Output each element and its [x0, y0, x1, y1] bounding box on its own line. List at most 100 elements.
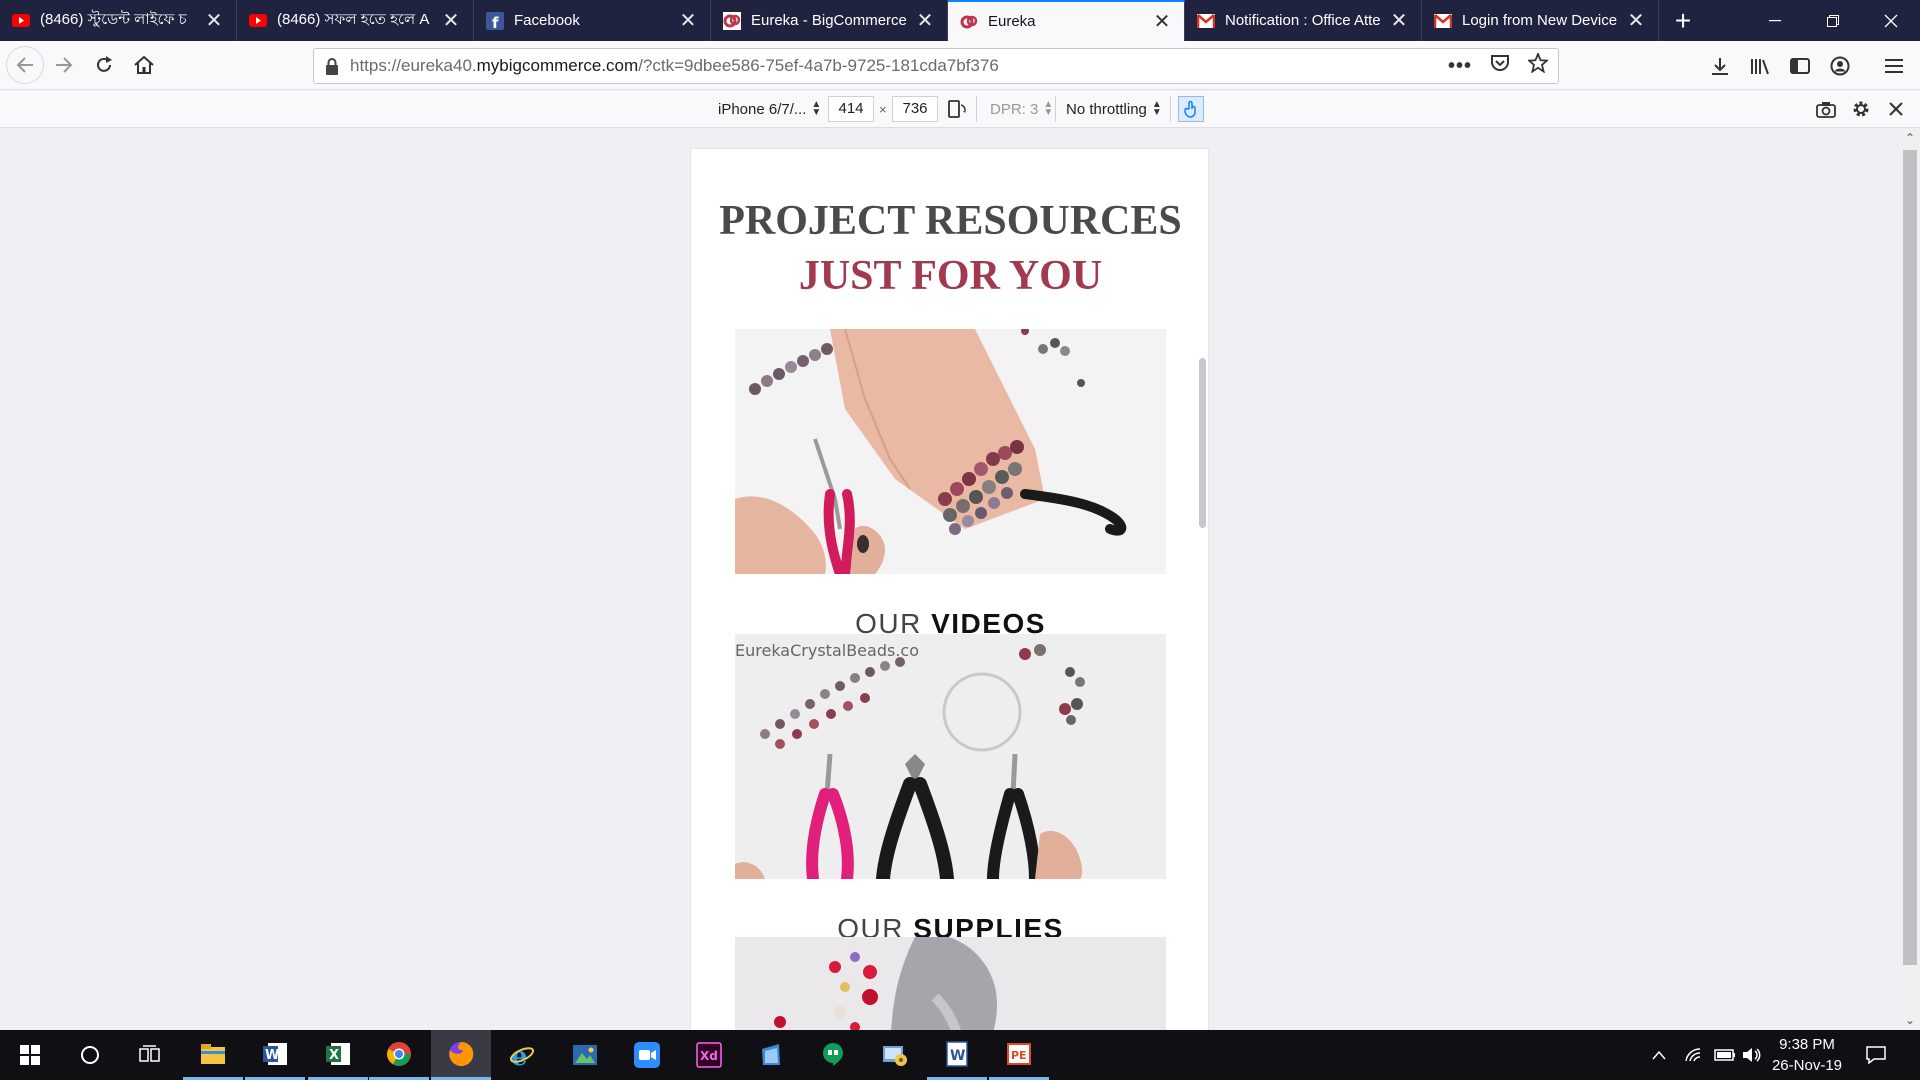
- tab-eureka-active[interactable]: Eureka ✕: [948, 0, 1185, 41]
- divider: [976, 96, 977, 122]
- throttling-selector[interactable]: No throttling ▲ ▼: [1066, 91, 1162, 127]
- chrome-icon[interactable]: [369, 1030, 429, 1080]
- tab-title: Eureka - BigCommerce: [751, 12, 907, 29]
- rotate-icon[interactable]: [947, 91, 967, 127]
- back-button[interactable]: [6, 46, 44, 84]
- word-icon[interactable]: W: [245, 1030, 305, 1080]
- supplies-image[interactable]: EurekaCrystalBeads.co: [735, 634, 1166, 879]
- tab-title: Notification : Office Atte: [1225, 12, 1381, 29]
- tab-strip: (8466) স্টুডেন্ট লাইফে চ ✕ (8466) সফল হত…: [0, 0, 1920, 41]
- restore-button[interactable]: [1804, 0, 1862, 41]
- dpr-value: DPR: 3: [990, 100, 1039, 118]
- sidebar-icon[interactable]: [1780, 46, 1820, 86]
- tab-title: Facebook: [514, 12, 580, 29]
- viewport-height-input[interactable]: 736: [892, 96, 938, 122]
- device-viewport[interactable]: PROJECT RESOURCES JUST FOR YOU OUR VIDEO…: [690, 148, 1209, 1030]
- battery-icon[interactable]: [1714, 1030, 1736, 1080]
- forward-button[interactable]: [44, 45, 84, 85]
- watermark-text: EurekaCrystalBeads.co: [735, 641, 919, 660]
- tab-youtube-2[interactable]: (8466) সফল হতে হলে A ✕: [237, 0, 474, 41]
- minimize-button[interactable]: [1746, 0, 1804, 41]
- document-app-icon[interactable]: [741, 1030, 801, 1080]
- scrollbar-thumb[interactable]: [1903, 150, 1917, 965]
- pdf-reader-icon[interactable]: PE: [989, 1030, 1049, 1080]
- page-scrollbar[interactable]: ⌃ ⌄: [1900, 128, 1920, 1030]
- close-icon[interactable]: ✕: [678, 8, 698, 33]
- eureka-icon: [960, 13, 978, 31]
- photos-icon[interactable]: [555, 1030, 615, 1080]
- menu-icon[interactable]: [1874, 46, 1914, 86]
- home-button[interactable]: [124, 45, 164, 85]
- task-view-icon[interactable]: [120, 1030, 180, 1080]
- close-icon[interactable]: ✕: [1389, 8, 1409, 33]
- youtube-icon: [249, 12, 267, 30]
- close-icon[interactable]: ✕: [204, 8, 224, 33]
- settings-gear-icon[interactable]: [1851, 91, 1871, 127]
- eureka-icon: [723, 11, 741, 30]
- navigation-toolbar: https://eureka40.mybigcommerce.com/?ctk=…: [0, 41, 1920, 90]
- close-icon[interactable]: ✕: [1626, 8, 1646, 33]
- tab-facebook[interactable]: f Facebook ✕: [474, 0, 711, 41]
- notifications-icon[interactable]: [1866, 1030, 1886, 1080]
- project-image[interactable]: [735, 937, 1166, 1030]
- internet-explorer-icon[interactable]: e: [492, 1030, 552, 1080]
- new-tab-button[interactable]: +: [1659, 0, 1707, 41]
- show-hidden-icons[interactable]: [1652, 1030, 1666, 1080]
- url-text[interactable]: https://eureka40.mybigcommerce.com/?ctk=…: [350, 56, 999, 76]
- volume-icon[interactable]: [1742, 1030, 1762, 1080]
- close-rdm-icon[interactable]: [1889, 91, 1903, 127]
- wifi-icon[interactable]: [1684, 1030, 1704, 1080]
- tab-youtube-1[interactable]: (8466) স্টুডেন্ট লাইফে চ ✕: [0, 0, 237, 41]
- hangouts-icon[interactable]: [803, 1030, 863, 1080]
- bookmark-star-icon[interactable]: [1526, 51, 1550, 79]
- adobe-xd-icon[interactable]: Xd: [679, 1030, 739, 1080]
- dimension-separator: ×: [879, 101, 887, 117]
- firefox-icon[interactable]: [431, 1030, 491, 1080]
- svg-text:PE: PE: [1011, 1049, 1027, 1062]
- scroll-up-icon[interactable]: ⌃: [1900, 131, 1920, 145]
- svg-text:Xd: Xd: [700, 1049, 718, 1063]
- windows-start-icon[interactable]: [0, 1030, 60, 1080]
- page-actions-icon[interactable]: •••: [1448, 55, 1472, 78]
- downloads-icon[interactable]: [1700, 46, 1740, 86]
- page-heading-line1: PROJECT RESOURCES: [719, 198, 1182, 244]
- svg-text:f: f: [492, 14, 499, 30]
- screenshot-icon[interactable]: [1816, 91, 1836, 127]
- responsive-viewport-area: PROJECT RESOURCES JUST FOR YOU OUR VIDEO…: [0, 128, 1900, 1030]
- tab-title: (8466) স্টুডেন্ট লাইফে চ: [40, 11, 187, 28]
- device-scrollbar[interactable]: [1199, 358, 1206, 528]
- reload-button[interactable]: [84, 45, 124, 85]
- address-bar[interactable]: https://eureka40.mybigcommerce.com/?ctk=…: [313, 48, 1559, 84]
- control-panel-icon[interactable]: [865, 1030, 925, 1080]
- system-clock[interactable]: 9:38 PM 26-Nov-19: [1762, 1034, 1852, 1076]
- videos-image[interactable]: [735, 329, 1166, 574]
- zoom-icon[interactable]: [617, 1030, 677, 1080]
- tab-gmail-notification[interactable]: Notification : Office Atte ✕: [1185, 0, 1422, 41]
- tab-gmail-login[interactable]: Login from New Device ✕: [1422, 0, 1659, 41]
- close-icon[interactable]: ✕: [1152, 9, 1172, 34]
- svg-text:W: W: [265, 1048, 279, 1063]
- account-icon[interactable]: [1820, 46, 1860, 86]
- library-icon[interactable]: [1740, 46, 1780, 86]
- tab-eureka-bigcommerce[interactable]: Eureka - BigCommerce ✕: [711, 0, 948, 41]
- divider: [1170, 96, 1171, 122]
- scroll-down-icon[interactable]: ⌄: [1900, 1013, 1920, 1027]
- clock-date: 26-Nov-19: [1771, 1057, 1843, 1074]
- touch-simulation-icon[interactable]: [1178, 96, 1204, 122]
- device-selector[interactable]: iPhone 6/7/... ▲ ▼: [718, 91, 821, 127]
- close-window-button[interactable]: [1862, 0, 1920, 41]
- pocket-icon[interactable]: [1490, 54, 1510, 78]
- gmail-icon: [1197, 12, 1215, 30]
- select-arrows-icon: ▲ ▼: [1151, 99, 1162, 118]
- excel-icon[interactable]: X: [308, 1030, 368, 1080]
- page-heading-line2: JUST FOR YOU: [798, 253, 1103, 299]
- cortana-search-icon[interactable]: [60, 1030, 120, 1080]
- file-explorer-icon[interactable]: [183, 1030, 243, 1080]
- close-icon[interactable]: ✕: [441, 8, 461, 33]
- viewport-width-input[interactable]: 414: [828, 96, 874, 122]
- lock-icon[interactable]: [314, 57, 350, 75]
- throttling-value: No throttling: [1066, 100, 1147, 118]
- close-icon[interactable]: ✕: [915, 8, 935, 33]
- word-document-icon[interactable]: W: [927, 1030, 987, 1080]
- dpr-selector[interactable]: DPR: 3 ▲ ▼: [990, 91, 1053, 127]
